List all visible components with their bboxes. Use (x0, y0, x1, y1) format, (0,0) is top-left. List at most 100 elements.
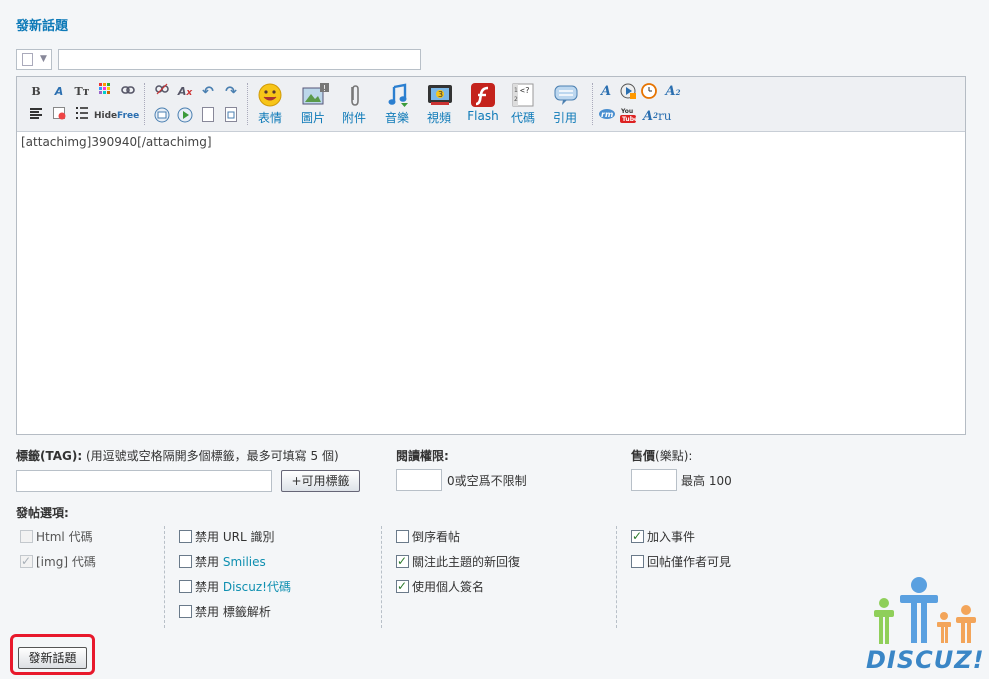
option-use-signature[interactable]: 使用個人簽名 (396, 578, 484, 595)
subscript-icon[interactable]: A2 (664, 83, 682, 101)
option-disable-tag-parse[interactable]: 禁用 標籤解析 (179, 604, 271, 620)
price-hint: 最高 100 (681, 474, 732, 488)
editor-toolbar: B A Tт Hide Free Ax ↶ ↷ 表情 ! 圖片 附件 音樂 3 … (17, 77, 965, 132)
attachment-button[interactable]: 附件 (335, 83, 373, 126)
image-label: 圖片 (300, 111, 325, 125)
font-size-icon[interactable]: Tт (73, 83, 91, 101)
discuz-code-link[interactable]: Discuz!代碼 (223, 580, 291, 594)
html-code-checkbox[interactable] (20, 530, 33, 543)
svg-text:rm: rm (601, 110, 613, 119)
disable-tag-parse-checkbox[interactable] (179, 605, 192, 618)
option-author-only-reply[interactable]: 回帖僅作者可見 (631, 554, 731, 570)
option-img-code[interactable]: [img] 代碼 (20, 553, 96, 570)
remove-format-icon[interactable]: Ax (176, 83, 194, 101)
disable-smilies-checkbox[interactable] (179, 555, 192, 568)
html-code-label: Html 代碼 (36, 530, 93, 544)
bold-icon[interactable]: B (27, 83, 45, 101)
disable-prefix: 禁用 (195, 530, 223, 544)
emoticon-button[interactable]: 表情 (251, 83, 289, 126)
svg-text:!: ! (323, 84, 326, 93)
undo-icon[interactable]: ↶ (199, 83, 217, 101)
subject-input[interactable] (58, 49, 421, 70)
toolbar-separator (144, 83, 145, 125)
unlink-icon[interactable] (153, 83, 171, 101)
author-only-reply-checkbox[interactable] (631, 555, 644, 568)
option-html-code[interactable]: Html 代碼 (20, 529, 93, 545)
list-icon[interactable] (73, 107, 91, 125)
option-add-event[interactable]: 加入事件 (631, 528, 695, 545)
logo-text: DISCUZ! (866, 646, 985, 674)
table-icon[interactable] (50, 107, 68, 125)
svg-text:3: 3 (438, 90, 443, 99)
emoticon-label: 表情 (257, 111, 282, 125)
submit-button[interactable]: 發新話題 (18, 647, 87, 669)
document-icon (22, 53, 33, 66)
rm-icon[interactable]: rm (597, 107, 617, 125)
follow-replies-label: 關注此主題的新回復 (412, 555, 521, 569)
reverse-order-checkbox[interactable] (396, 530, 409, 543)
disable-url-checkbox[interactable] (179, 530, 192, 543)
price-label-row: 售價(樂點): (631, 447, 692, 464)
flash-icon (471, 83, 495, 107)
editor-content[interactable]: [attachimg]390940[/attachimg] (21, 135, 212, 149)
media-player-icon[interactable] (619, 83, 637, 101)
img-code-label: [img] 代碼 (36, 555, 96, 569)
img-code-checkbox[interactable] (20, 553, 33, 569)
video-button[interactable]: 3 視頻 (420, 83, 458, 126)
media-icon[interactable] (176, 107, 194, 125)
link-icon[interactable] (119, 83, 137, 101)
disable-prefix: 禁用 (195, 580, 223, 594)
flash-button[interactable]: Flash (461, 83, 505, 123)
option-disable-discuz-code[interactable]: 禁用 Discuz!代碼 (179, 579, 291, 595)
disable-prefix: 禁用 (195, 605, 223, 619)
image-button[interactable]: ! 圖片 (294, 83, 332, 126)
align-left-icon[interactable] (27, 107, 45, 125)
hide-icon[interactable]: Hide (94, 107, 117, 125)
youtube-icon[interactable]: YouTube (619, 107, 638, 125)
attachment-label: 附件 (341, 111, 366, 125)
web-page-icon[interactable] (153, 107, 171, 125)
add-event-checkbox[interactable] (631, 528, 644, 544)
post-options-label: 發帖選項: (16, 506, 69, 520)
paperclip-icon (342, 83, 366, 107)
tag-label: 標籤(TAG): (16, 449, 83, 463)
clock-icon[interactable] (640, 83, 658, 101)
smilies-link[interactable]: Smilies (223, 555, 266, 569)
disable-discuz-code-checkbox[interactable] (179, 580, 192, 593)
font-style-icon[interactable]: A (597, 83, 615, 101)
tag-hint: (用逗號或空格隔開多個標籤，最多可填寫 5 個) (86, 449, 339, 463)
free-icon[interactable]: Free (117, 107, 139, 125)
document-icon[interactable] (222, 107, 240, 125)
music-button[interactable]: 音樂 (378, 83, 416, 126)
column-divider (381, 526, 382, 628)
available-tags-button[interactable]: +可用標籤 (281, 470, 360, 492)
read-permission-label: 閱讀權限: (396, 449, 449, 463)
color-grid-icon[interactable] (96, 83, 114, 101)
tag-input[interactable] (16, 470, 272, 492)
option-disable-url[interactable]: 禁用 URL 識別 (179, 529, 274, 545)
ruby-icon[interactable]: A2ru (643, 107, 679, 125)
svg-text:1: 1 (514, 87, 518, 94)
use-signature-checkbox[interactable] (396, 578, 409, 594)
follow-replies-checkbox[interactable] (396, 553, 409, 569)
redo-icon[interactable]: ↷ (222, 83, 240, 101)
speech-bubble-icon (553, 83, 578, 107)
option-disable-smilies[interactable]: 禁用 Smilies (179, 554, 266, 570)
smiley-icon (258, 83, 282, 107)
page-title: 發新話題 (16, 19, 69, 34)
post-editor[interactable]: B A Tт Hide Free Ax ↶ ↷ 表情 ! 圖片 附件 音樂 3 … (16, 76, 966, 435)
option-follow-replies[interactable]: 關注此主題的新回復 (396, 553, 521, 570)
discuz-logo: DISCUZ! (862, 576, 984, 674)
read-permission-input[interactable] (396, 469, 442, 491)
quote-button[interactable]: 引用 (546, 83, 584, 126)
font-color-icon[interactable]: A (50, 83, 68, 101)
blank-document-icon[interactable] (199, 107, 217, 125)
disable-tag-parse-label: 標籤解析 (222, 605, 271, 619)
price-input[interactable] (631, 469, 677, 491)
tag-label-row: 標籤(TAG): (用逗號或空格隔開多個標籤，最多可填寫 5 個) (16, 447, 339, 464)
reverse-order-label: 倒序看帖 (412, 530, 461, 544)
music-label: 音樂 (384, 111, 409, 125)
code-button[interactable]: 1 2 <? 代碼 (504, 83, 542, 126)
option-reverse-order[interactable]: 倒序看帖 (396, 529, 460, 545)
post-type-dropdown[interactable]: ▼ (16, 49, 52, 70)
